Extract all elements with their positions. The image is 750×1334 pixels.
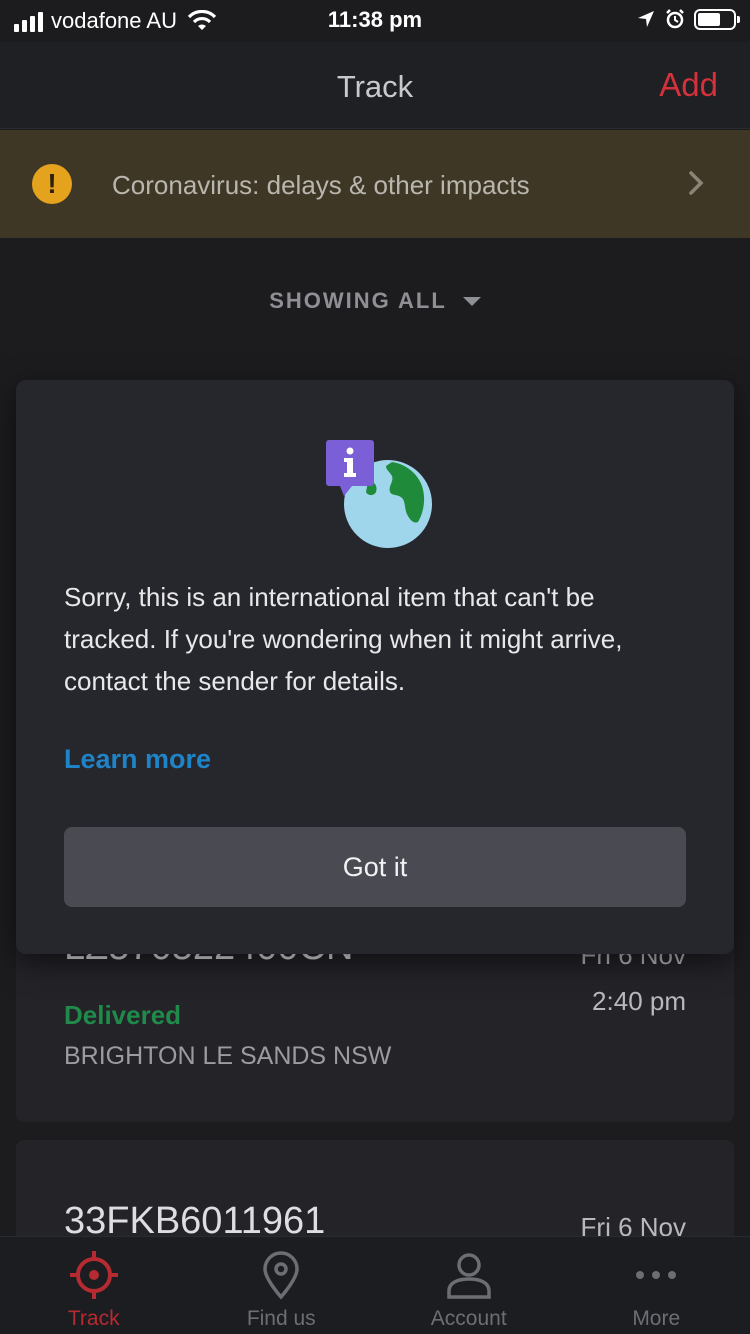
tab-more[interactable]: More bbox=[563, 1237, 750, 1334]
tab-track[interactable]: Track bbox=[0, 1237, 188, 1334]
navigation-bar: Track Add bbox=[0, 42, 750, 129]
location-arrow-icon bbox=[638, 11, 654, 27]
item-time: 2:40 pm bbox=[592, 986, 686, 1016]
banner-text: Coronavirus: delays & other impacts bbox=[112, 170, 530, 200]
tab-bar: Track Find us Account More bbox=[0, 1236, 750, 1334]
caret-down-icon bbox=[462, 296, 481, 306]
page-title: Track bbox=[336, 69, 414, 104]
tab-label: Account bbox=[430, 1307, 507, 1330]
target-icon bbox=[69, 1251, 118, 1299]
tab-find-us[interactable]: Find us bbox=[188, 1237, 376, 1334]
battery-icon bbox=[694, 8, 740, 30]
more-dots-icon bbox=[636, 1271, 677, 1279]
filter-dropdown[interactable]: SHOWING ALL bbox=[0, 288, 750, 314]
international-item-popup: Sorry, this is an international item tha… bbox=[16, 380, 734, 954]
add-button[interactable]: Add bbox=[659, 66, 718, 104]
got-it-button[interactable]: Got it bbox=[64, 827, 686, 907]
person-icon bbox=[447, 1253, 491, 1299]
learn-more-link[interactable]: Learn more bbox=[64, 744, 211, 775]
location-pin-icon bbox=[263, 1251, 300, 1300]
info-globe-icon bbox=[326, 440, 432, 548]
popup-message: Sorry, this is an international item tha… bbox=[64, 582, 623, 696]
tab-label: Find us bbox=[246, 1307, 316, 1330]
chevron-right-icon bbox=[689, 171, 704, 195]
warning-icon: ! bbox=[32, 164, 72, 204]
tab-label: Track bbox=[67, 1307, 120, 1330]
status-bar: vodafone AU 11:38 pm bbox=[0, 0, 750, 42]
tab-account[interactable]: Account bbox=[375, 1237, 563, 1334]
item-status: Delivered bbox=[64, 1000, 182, 1030]
coronavirus-banner[interactable]: ! Coronavirus: delays & other impacts bbox=[0, 130, 750, 238]
filter-label: SHOWING ALL bbox=[269, 288, 447, 313]
alarm-icon bbox=[666, 9, 684, 29]
tab-label: More bbox=[632, 1307, 681, 1330]
item-location: BRIGHTON LE SANDS NSW bbox=[64, 1042, 392, 1070]
